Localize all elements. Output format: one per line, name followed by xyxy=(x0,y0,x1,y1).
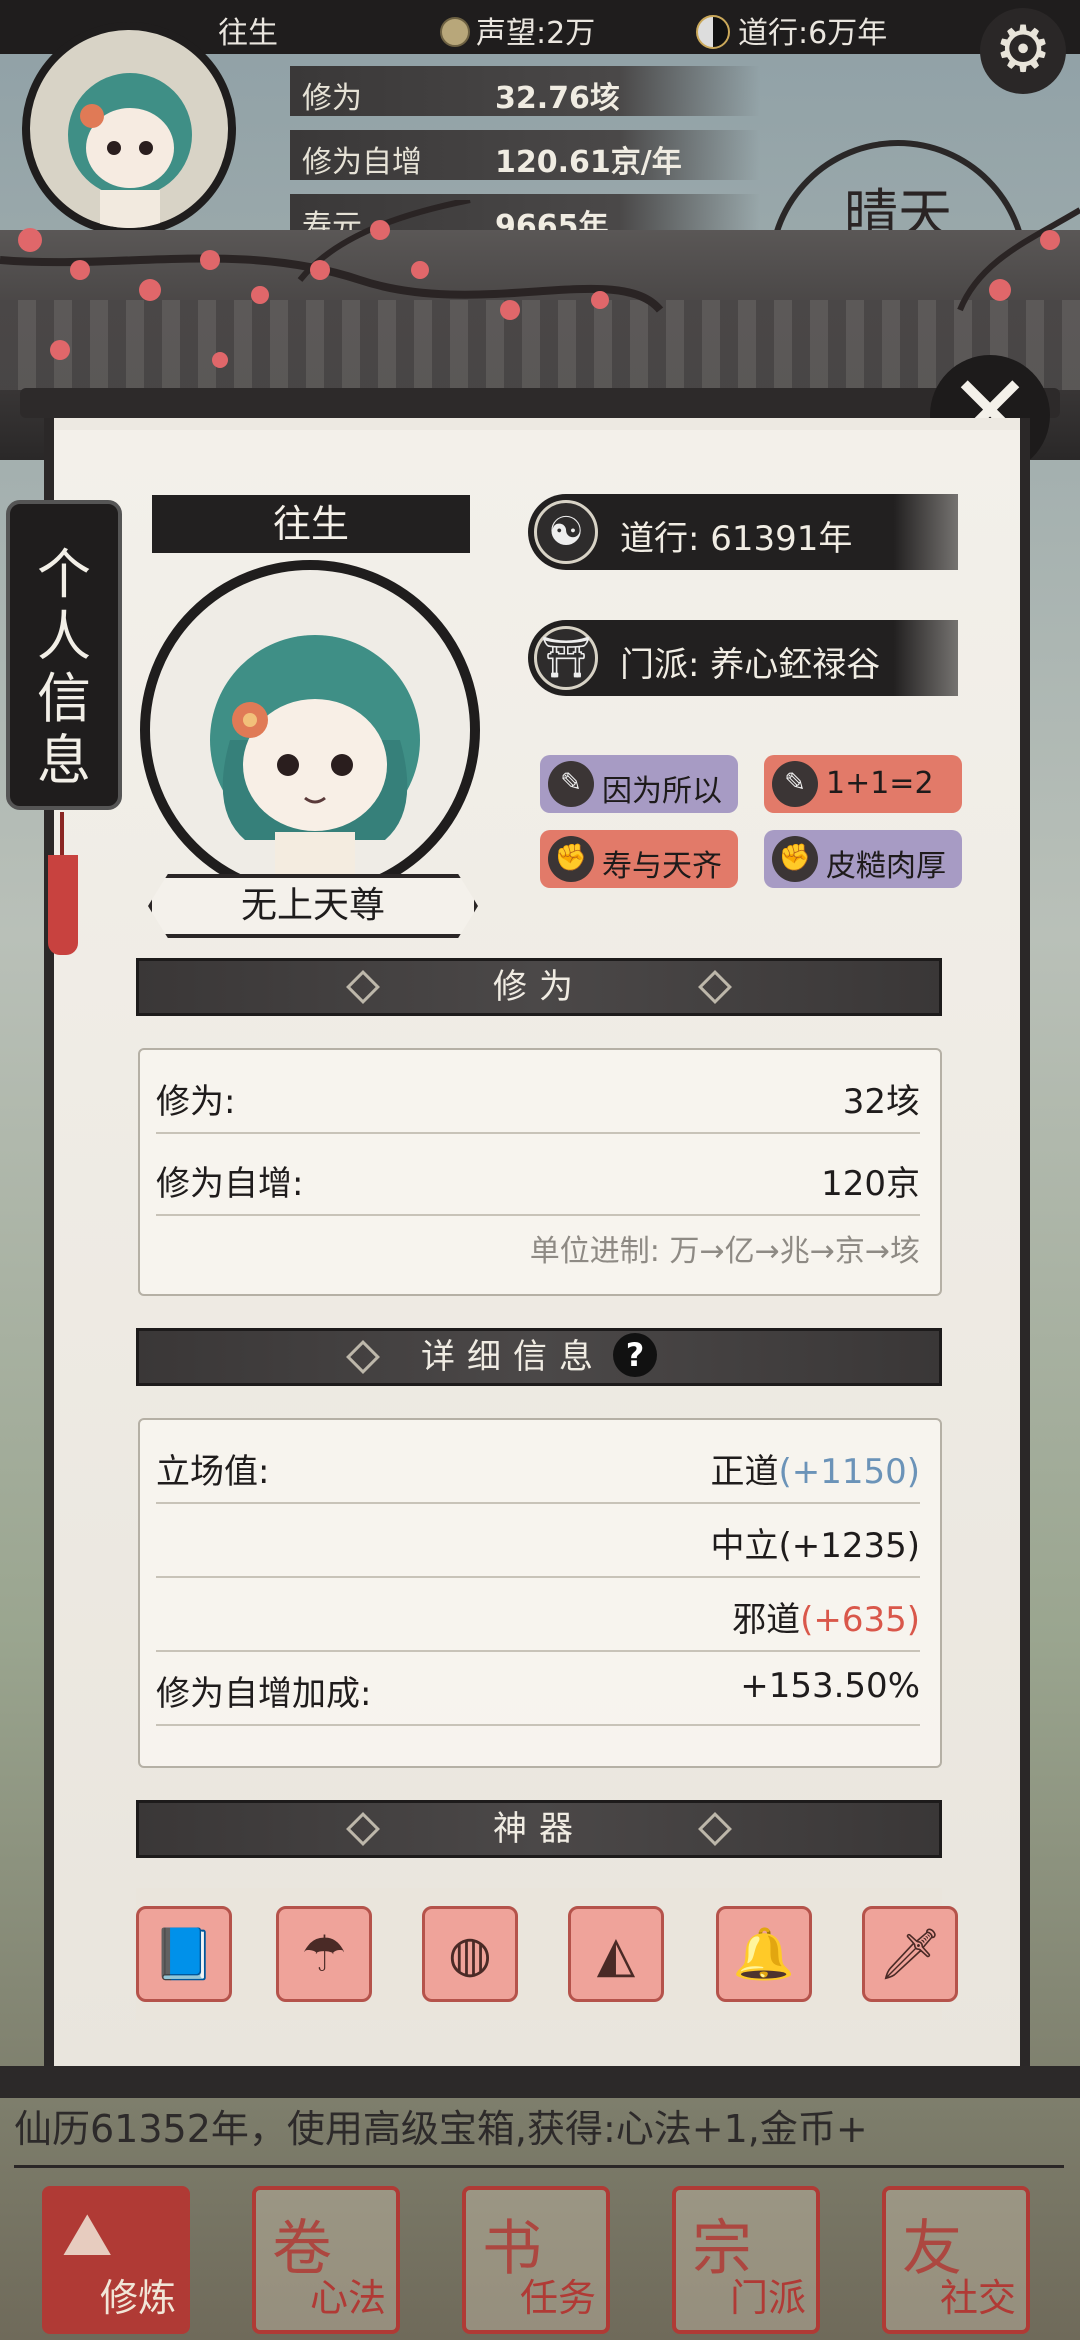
daoxing-top: 道行:6万年 xyxy=(696,8,887,52)
details-box[interactable]: 立场值: 正道(+1150) 中立(+1235) 邪道(+635) 修为自增加成… xyxy=(138,1418,942,1768)
tab-char: 息 xyxy=(37,729,91,792)
nav-cultivate[interactable]: ⛰ 修炼 xyxy=(42,2186,190,2334)
diamond-ornament xyxy=(346,1340,380,1374)
trait-tag[interactable]: ✎ 1+1=2 xyxy=(764,755,962,813)
evil-label: 邪道 xyxy=(732,1600,801,1640)
section-header-cultivation: 修为 xyxy=(136,958,942,1016)
blossom-branch xyxy=(0,200,1080,368)
row-value: +153.50% xyxy=(740,1666,920,1706)
avatar-illustration xyxy=(210,635,420,890)
row-value: 32垓 xyxy=(842,1082,920,1122)
help-icon[interactable]: ? xyxy=(613,1333,657,1377)
coin-icon xyxy=(440,17,470,47)
tab-char: 信 xyxy=(37,667,91,730)
trait-tag[interactable]: ✊ 皮糙肉厚 xyxy=(764,830,962,888)
section-header-details: 详细信息? xyxy=(136,1328,942,1386)
mountain-icon: ⛰ xyxy=(62,2200,113,2270)
nav-label: 任务 xyxy=(519,2276,596,2320)
unit-note: 单位进制: 万→亿→兆→京→垓 xyxy=(529,1234,920,1269)
log-bar xyxy=(0,2066,1080,2098)
bell-icon[interactable]: 🔔 xyxy=(716,1906,812,2002)
tassel-cord xyxy=(60,812,64,858)
righteous-label: 正道 xyxy=(710,1452,779,1492)
scroll-icon: ✎ xyxy=(772,761,818,807)
stance-row-righteous: 立场值: 正道(+1150) xyxy=(156,1426,920,1504)
sect-value: 门派: 养心鉟禄谷 xyxy=(620,645,881,685)
cultivation-value: 32.76垓 xyxy=(495,81,620,116)
row-value: 邪道(+635) xyxy=(732,1592,920,1641)
stance-row-evil: 邪道(+635) xyxy=(156,1574,920,1652)
neutral-value: 中立(+1235) xyxy=(710,1526,920,1566)
stance-row-neutral: 中立(+1235) xyxy=(156,1500,920,1578)
tab-personal-info[interactable]: 个 人 信 息 xyxy=(6,500,122,810)
cultivation-stat: 修为 32.76垓 xyxy=(290,66,760,116)
yinyang-icon xyxy=(696,15,730,49)
diamond-ornament xyxy=(698,1812,732,1846)
trait-label: 1+1=2 xyxy=(826,766,934,801)
section-title: 神器 xyxy=(493,1809,585,1849)
cultivation-label: 修为 xyxy=(302,81,362,116)
book-icon[interactable]: 📘 xyxy=(136,1906,232,2002)
diamond-ornament xyxy=(346,970,380,1004)
growth-label: 修为自增 xyxy=(302,145,422,180)
daoxing-value: 道行: 61391年 xyxy=(620,519,853,559)
nav-label: 修炼 xyxy=(99,2276,176,2320)
sect-chip[interactable]: ⛩ 门派: 养心鉟禄谷 xyxy=(528,620,958,696)
trait-tag[interactable]: ✎ 因为所以 xyxy=(540,755,738,813)
cultivation-box: 修为: 32垓 修为自增: 120京 单位进制: 万→亿→兆→京→垓 xyxy=(138,1048,942,1296)
temple-icon: ⛩ xyxy=(534,626,598,690)
profile-name: 往生 xyxy=(152,495,470,553)
cultivation-row: 修为: 32垓 xyxy=(156,1056,920,1134)
nav-tasks[interactable]: 书 任务 xyxy=(462,2186,610,2334)
nav-social[interactable]: 友 社交 xyxy=(882,2186,1030,2334)
reputation: 声望:2万 xyxy=(440,8,595,52)
row-label: 修为: xyxy=(156,1082,236,1122)
row-label: 修为自增: xyxy=(156,1164,304,1204)
player-name: 往生 xyxy=(218,16,278,51)
tab-char: 个 xyxy=(37,543,91,606)
section-title: 详细信息 xyxy=(421,1337,605,1377)
tassel xyxy=(48,855,78,955)
tab-char: 人 xyxy=(37,605,91,668)
growth-row: 修为自增: 120京 xyxy=(156,1138,920,1216)
nav-mantra[interactable]: 卷 心法 xyxy=(252,2186,400,2334)
trait-label: 寿与天齐 xyxy=(602,849,722,884)
umbrella-icon[interactable]: ☂ xyxy=(276,1906,372,2002)
sword-icon[interactable]: 🗡 xyxy=(862,1906,958,2002)
fan-icon[interactable]: ◍ xyxy=(422,1906,518,2002)
trait-label: 皮糙肉厚 xyxy=(826,849,946,884)
diamond-ornament xyxy=(698,970,732,1004)
nav-label: 门派 xyxy=(729,2276,806,2320)
jade-fan-icon[interactable]: ◭ xyxy=(568,1906,664,2002)
yinyang-icon: ☯ xyxy=(534,500,598,564)
growth-stat: 修为自增 120.61京/年 xyxy=(290,130,760,180)
reputation-value: 声望:2万 xyxy=(476,16,596,51)
row-label: 立场值: xyxy=(156,1452,270,1492)
artifact-strip xyxy=(136,1888,942,2020)
row-label: 修为自增加成: xyxy=(156,1674,372,1714)
daoxing-top-value: 道行:6万年 xyxy=(738,16,888,51)
nav-label: 社交 xyxy=(939,2276,1016,2320)
section-title: 修为 xyxy=(493,967,585,1007)
trait-label: 因为所以 xyxy=(602,774,722,809)
evil-value: (+635) xyxy=(800,1600,920,1640)
nav-label: 心法 xyxy=(309,2276,386,2320)
fist-icon: ✊ xyxy=(772,836,818,882)
title-plaque: 无上天尊 xyxy=(148,874,478,938)
bonus-row: 修为自增加成: +153.50% xyxy=(156,1648,920,1726)
gear-icon[interactable]: ⚙ xyxy=(980,8,1066,94)
profile-avatar[interactable] xyxy=(140,560,480,900)
diamond-ornament xyxy=(346,1812,380,1846)
scroll-icon: ✎ xyxy=(548,761,594,807)
section-header-artifacts: 神器 xyxy=(136,1800,942,1858)
nav-sect[interactable]: 宗 门派 xyxy=(672,2186,820,2334)
daoxing-chip: ☯ 道行: 61391年 xyxy=(528,494,958,570)
fist-icon: ✊ xyxy=(548,836,594,882)
growth-value: 120.61京/年 xyxy=(495,145,682,180)
trait-tag[interactable]: ✊ 寿与天齐 xyxy=(540,830,738,888)
event-log[interactable]: 仙历61352年，使用高级宝箱,获得:心法+1,金币+ xyxy=(14,2098,1064,2168)
row-value: 正道(+1150) xyxy=(710,1444,920,1493)
righteous-value: (+1150) xyxy=(778,1452,920,1492)
row-value: 120京 xyxy=(821,1164,920,1204)
